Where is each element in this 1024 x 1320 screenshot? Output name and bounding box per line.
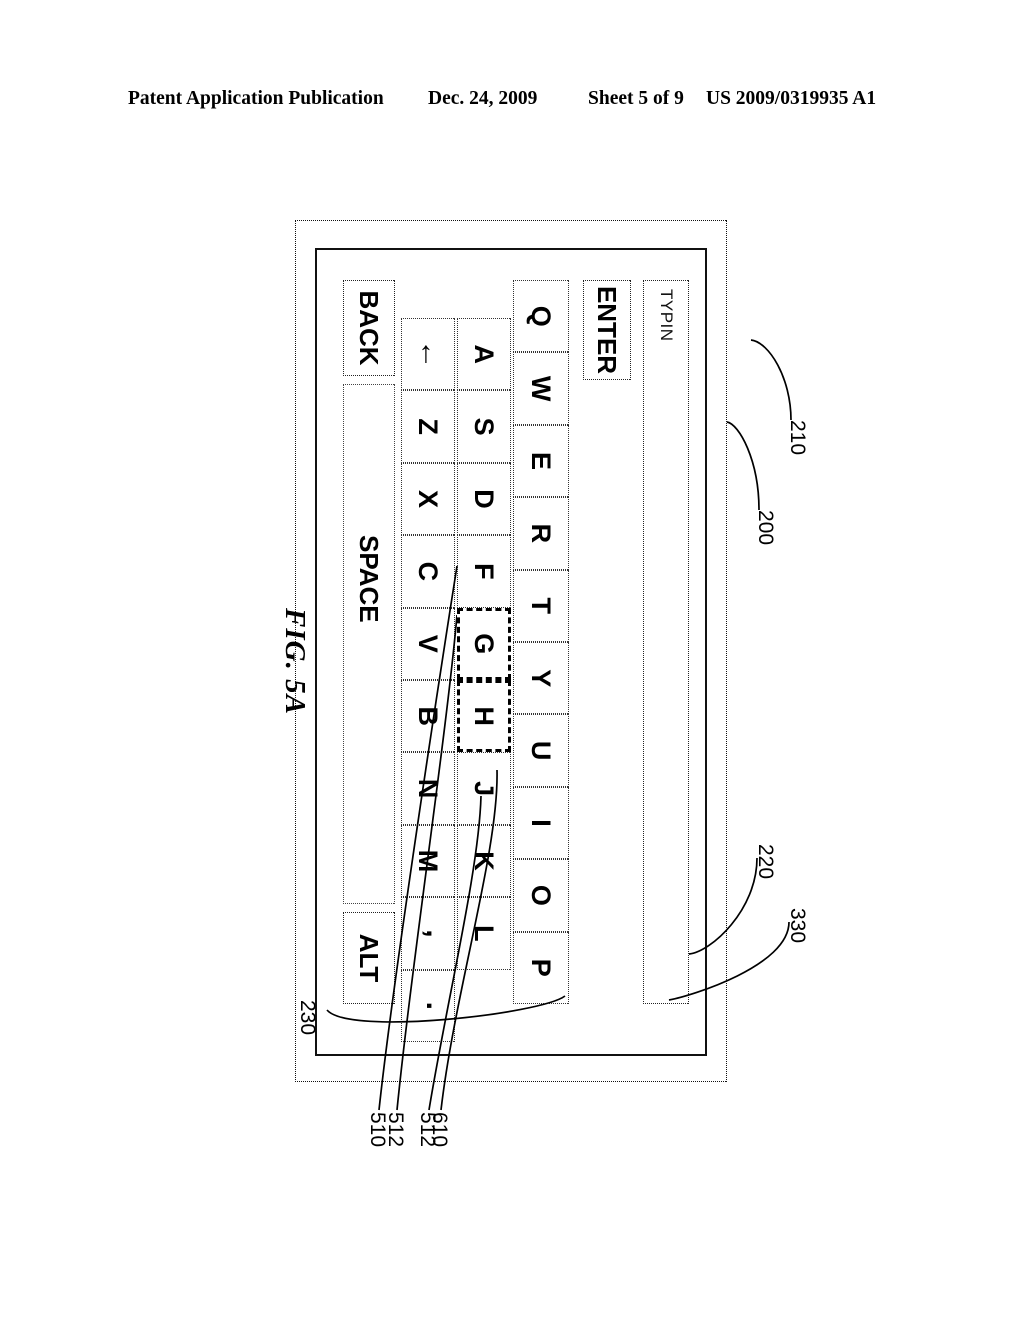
- ref-numeral-510: 510: [366, 1112, 389, 1148]
- publication-label: Patent Application Publication: [128, 88, 384, 109]
- key-h[interactable]: H: [457, 680, 511, 753]
- ref-numeral-220: 220: [754, 844, 777, 880]
- figure-5a: TYPIN ENTER QWERTYUIOP ASDFGHJKL ← Z X C V B N…: [277, 210, 809, 1147]
- key-g[interactable]: G: [457, 607, 511, 680]
- leader-lines: [326, 339, 792, 1111]
- ref-numeral-210: 210: [786, 420, 809, 456]
- ref-numeral-512-h: 512: [416, 1112, 439, 1148]
- sheet-number: Sheet 5 of 9: [588, 88, 684, 109]
- publication-header: Patent Application Publication Dec. 24, …: [0, 88, 1024, 116]
- ref-numeral-200: 200: [754, 510, 777, 546]
- ref-numeral-330: 330: [786, 908, 809, 944]
- figure-caption: FIG. 5A: [279, 608, 311, 715]
- key-label: G: [469, 633, 500, 655]
- patent-number: US 2009/0319935 A1: [706, 88, 877, 109]
- publication-date: Dec. 24, 2009: [428, 88, 538, 109]
- ref-numeral-230: 230: [296, 1000, 319, 1036]
- key-label: H: [469, 706, 500, 726]
